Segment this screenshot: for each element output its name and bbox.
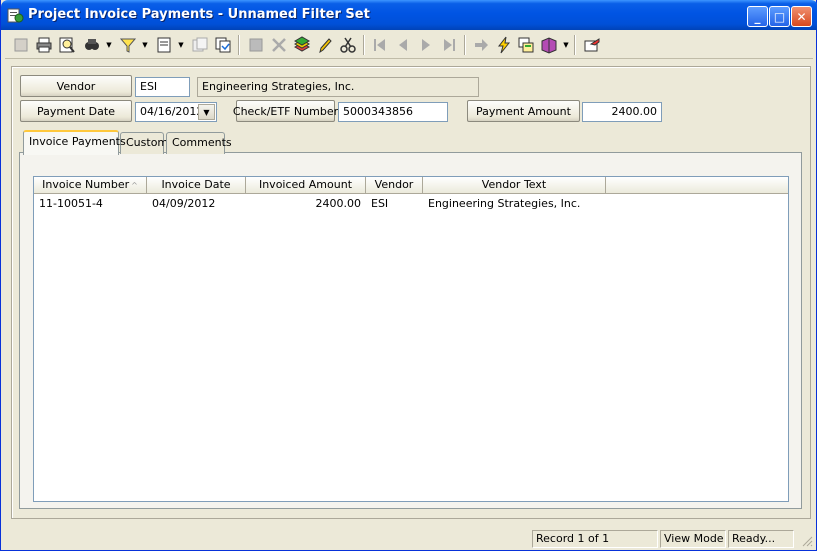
delete-icon[interactable] xyxy=(268,34,290,56)
copy-icon[interactable] xyxy=(212,34,234,56)
filter-dropdown-arrow[interactable]: ▼ xyxy=(141,34,149,56)
print-preview-icon[interactable] xyxy=(56,34,78,56)
book-icon[interactable] xyxy=(538,34,560,56)
vendor-code-field[interactable]: ESI xyxy=(135,77,190,97)
cell-invoiced-amount: 2400.00 xyxy=(315,197,362,210)
payment-date-button[interactable]: Payment Date xyxy=(20,100,132,122)
main-window: Project Invoice Payments - Unnamed Filte… xyxy=(0,0,817,551)
payment-amount-button[interactable]: Payment Amount xyxy=(467,100,580,122)
properties-icon[interactable] xyxy=(189,34,211,56)
edit-pencil-icon[interactable] xyxy=(314,34,336,56)
toolbar-separator xyxy=(363,35,365,55)
close-button[interactable]: ✕ xyxy=(791,6,812,27)
check-number-button[interactable]: Check/ETF Number xyxy=(233,100,338,122)
toolbar-separator xyxy=(238,35,240,55)
resize-grip-icon[interactable] xyxy=(801,535,813,547)
maximize-button[interactable]: □ xyxy=(769,6,790,27)
column-header-invoice-date[interactable]: Invoice Date xyxy=(147,177,246,194)
column-header-vendor[interactable]: Vendor xyxy=(366,177,423,194)
filter-icon[interactable] xyxy=(117,34,139,56)
tab-custom[interactable]: Custom xyxy=(120,132,168,154)
cut-icon[interactable] xyxy=(337,34,359,56)
save-icon[interactable] xyxy=(245,34,267,56)
toolbar: ▼ ▼ ▼ ▼ xyxy=(5,32,813,59)
payment-amount-field[interactable]: 2400.00 xyxy=(582,102,662,122)
app-icon xyxy=(7,8,24,23)
status-record: Record 1 of 1 xyxy=(532,530,658,548)
column-header-invoiced-amount[interactable]: Invoiced Amount xyxy=(246,177,366,194)
book-dropdown-arrow[interactable]: ▼ xyxy=(562,34,570,56)
previous-record-icon[interactable] xyxy=(392,34,414,56)
first-record-icon[interactable] xyxy=(369,34,391,56)
window-title: Project Invoice Payments - Unnamed Filte… xyxy=(28,7,370,22)
copy-template-icon[interactable] xyxy=(153,34,175,56)
minimize-button[interactable]: _ xyxy=(747,6,768,27)
go-icon[interactable] xyxy=(470,34,492,56)
layers-icon[interactable] xyxy=(291,34,313,56)
payment-date-field[interactable]: 04/16/2012 ▼ xyxy=(135,102,217,122)
grid-header: Invoice Number ^ Invoice Date Invoiced Am… xyxy=(34,177,788,194)
toolbar-separator xyxy=(574,35,576,55)
chevron-down-icon[interactable]: ▼ xyxy=(198,104,215,120)
column-header-filler xyxy=(606,177,788,194)
cell-invoice-number: 11-10051-4 xyxy=(39,197,103,210)
payment-date-value: 04/16/2012 xyxy=(140,105,204,118)
vendor-button[interactable]: Vendor xyxy=(20,75,132,97)
print-icon[interactable] xyxy=(33,34,55,56)
tab-invoice-payments[interactable]: Invoice Payments xyxy=(23,130,126,155)
template-dropdown-arrow[interactable]: ▼ xyxy=(177,34,185,56)
invoice-grid[interactable]: Invoice Number ^ Invoice Date Invoiced Am… xyxy=(33,176,789,502)
vendor-name-field: Engineering Strategies, Inc. xyxy=(197,77,479,97)
column-header-vendor-text[interactable]: Vendor Text xyxy=(423,177,606,194)
cell-vendor: ESI xyxy=(371,197,389,210)
toolbar-separator xyxy=(464,35,466,55)
check-number-field[interactable]: 5000343856 xyxy=(338,102,448,122)
next-record-icon[interactable] xyxy=(415,34,437,56)
column-header-invoice-number[interactable]: Invoice Number ^ xyxy=(34,177,147,194)
tab-comments[interactable]: Comments xyxy=(166,132,232,154)
exit-icon[interactable] xyxy=(581,34,603,56)
new-record-icon[interactable] xyxy=(10,34,32,56)
window-list-icon[interactable] xyxy=(515,34,537,56)
cell-vendor-text: Engineering Strategies, Inc. xyxy=(428,197,581,210)
last-record-icon[interactable] xyxy=(438,34,460,56)
status-state: Ready... xyxy=(728,530,794,548)
lookup-icon[interactable] xyxy=(81,34,103,56)
status-mode: View Mode xyxy=(660,530,726,548)
cell-invoice-date: 04/09/2012 xyxy=(152,197,216,210)
lookup-dropdown-arrow[interactable]: ▼ xyxy=(105,34,113,56)
title-bar[interactable]: Project Invoice Payments - Unnamed Filte… xyxy=(1,0,817,30)
lightning-icon[interactable] xyxy=(493,34,515,56)
sort-ascending-icon: ^ xyxy=(131,181,138,190)
column-header-label: Invoice Number xyxy=(42,178,130,191)
